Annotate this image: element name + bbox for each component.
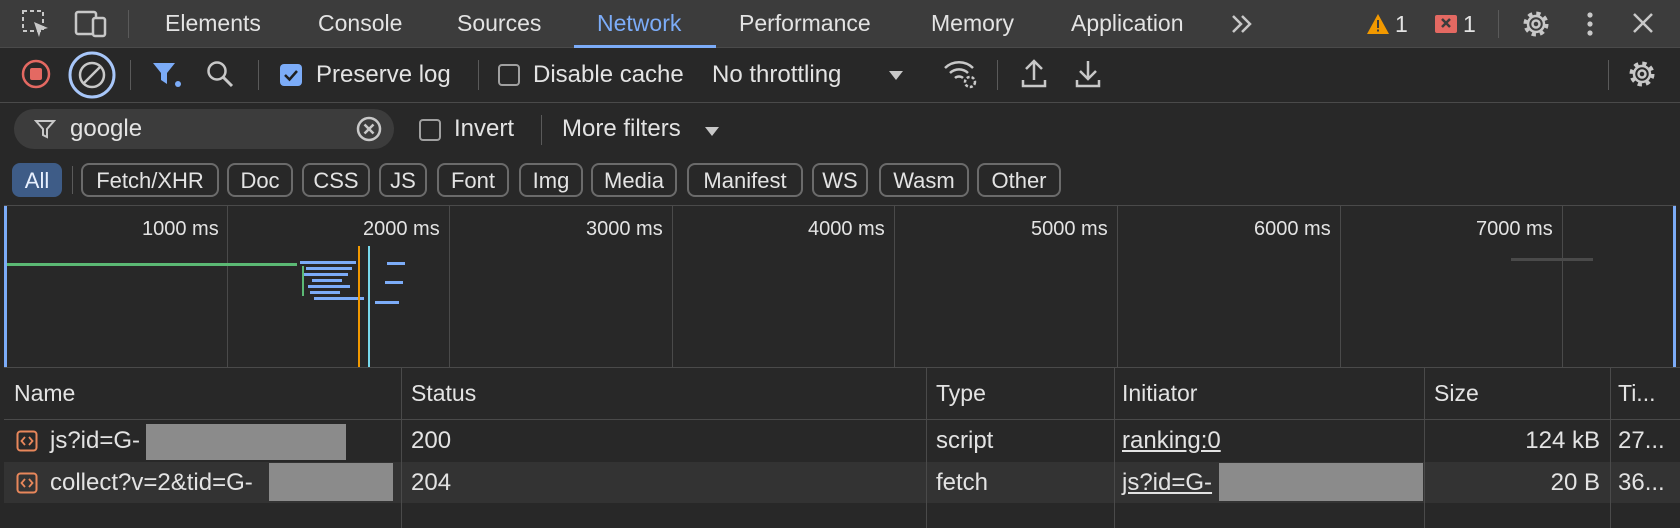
chevron-down-icon[interactable] bbox=[704, 124, 720, 136]
type-filter-img[interactable]: Img bbox=[519, 163, 583, 197]
clear-filter-icon[interactable] bbox=[356, 116, 382, 142]
filter-input-value[interactable]: google bbox=[70, 115, 142, 143]
error-icon[interactable] bbox=[1434, 13, 1458, 35]
export-har-icon[interactable] bbox=[1074, 58, 1102, 90]
redacted-block bbox=[1219, 463, 1423, 501]
invert-label[interactable]: Invert bbox=[454, 115, 514, 143]
chevron-down-icon[interactable] bbox=[888, 68, 904, 80]
search-icon[interactable] bbox=[204, 58, 236, 90]
type-filter-font[interactable]: Font bbox=[437, 163, 509, 197]
network-overview[interactable]: 1000 ms 2000 ms 3000 ms 4000 ms 5000 ms … bbox=[4, 205, 1676, 368]
errors-count[interactable]: 1 bbox=[1463, 11, 1476, 38]
devtools-tab-bar: Elements Console Sources Network Perform… bbox=[0, 0, 1680, 48]
filter-input[interactable]: google bbox=[14, 109, 394, 149]
overview-waterfall bbox=[7, 246, 1593, 368]
requests-table: Name Status Type Initiator Size Ti... js… bbox=[4, 367, 1680, 528]
funnel-icon bbox=[33, 118, 57, 140]
table-row[interactable]: collect?v=2&tid=G- 204 fetch js?id=G- 20… bbox=[4, 462, 1680, 503]
more-tabs-icon[interactable] bbox=[1228, 10, 1256, 38]
disable-cache-checkbox[interactable] bbox=[498, 64, 520, 86]
filter-icon[interactable] bbox=[150, 58, 182, 90]
tab-application[interactable]: Application bbox=[1071, 0, 1184, 48]
column-header-size[interactable]: Size bbox=[1434, 367, 1479, 420]
column-header-name[interactable]: Name bbox=[14, 367, 75, 420]
device-toolbar-icon[interactable] bbox=[74, 8, 108, 40]
script-file-icon bbox=[16, 472, 38, 494]
preserve-log-label[interactable]: Preserve log bbox=[316, 61, 451, 89]
invert-checkbox[interactable] bbox=[419, 119, 441, 141]
request-status: 204 bbox=[411, 469, 452, 496]
type-filter-js[interactable]: JS bbox=[379, 163, 427, 197]
column-header-time[interactable]: Ti... bbox=[1618, 367, 1655, 420]
tab-console[interactable]: Console bbox=[318, 0, 402, 48]
type-filter-other[interactable]: Other bbox=[977, 163, 1061, 197]
redacted-block bbox=[269, 463, 393, 501]
close-devtools-icon[interactable] bbox=[1630, 10, 1656, 36]
type-filter-doc[interactable]: Doc bbox=[227, 163, 293, 197]
stop-recording-icon[interactable] bbox=[20, 58, 52, 90]
clear-log-icon[interactable] bbox=[66, 51, 118, 99]
redacted-block bbox=[146, 424, 346, 460]
request-initiator-link[interactable]: js?id=G- bbox=[1122, 469, 1212, 497]
request-size: 20 B bbox=[1550, 469, 1600, 496]
request-time: 27... bbox=[1618, 427, 1665, 454]
script-file-icon bbox=[16, 430, 38, 452]
column-header-initiator[interactable]: Initiator bbox=[1122, 367, 1197, 420]
settings-gear-icon[interactable] bbox=[1520, 8, 1552, 40]
column-header-status[interactable]: Status bbox=[411, 367, 476, 420]
type-filter-all[interactable]: All bbox=[12, 163, 62, 197]
network-toolbar: Preserve log Disable cache No throttling bbox=[0, 48, 1680, 103]
warning-icon[interactable] bbox=[1366, 13, 1390, 35]
inspect-element-icon[interactable] bbox=[20, 8, 52, 40]
tab-sources[interactable]: Sources bbox=[457, 0, 541, 48]
type-filter-ws[interactable]: WS bbox=[812, 163, 868, 197]
tab-performance[interactable]: Performance bbox=[739, 0, 871, 48]
filter-row: google Invert More filters bbox=[0, 103, 1680, 159]
request-time: 36... bbox=[1618, 469, 1665, 496]
disable-cache-label[interactable]: Disable cache bbox=[533, 61, 684, 89]
request-size: 124 kB bbox=[1525, 427, 1600, 454]
tab-elements[interactable]: Elements bbox=[165, 0, 261, 48]
network-settings-gear-icon[interactable] bbox=[1626, 58, 1658, 90]
warnings-count[interactable]: 1 bbox=[1395, 11, 1408, 38]
table-row[interactable]: js?id=G- 200 script ranking:0 124 kB 27.… bbox=[4, 420, 1680, 462]
type-filter-css[interactable]: CSS bbox=[302, 163, 370, 197]
type-filter-wasm[interactable]: Wasm bbox=[879, 163, 969, 197]
request-type: script bbox=[936, 427, 994, 454]
tab-network[interactable]: Network bbox=[597, 0, 681, 48]
type-filter-media[interactable]: Media bbox=[591, 163, 677, 197]
column-header-type[interactable]: Type bbox=[936, 367, 986, 420]
network-conditions-icon[interactable] bbox=[942, 56, 978, 90]
request-initiator-link[interactable]: ranking:0 bbox=[1122, 427, 1221, 455]
preserve-log-checkbox[interactable] bbox=[280, 64, 302, 86]
type-filter-manifest[interactable]: Manifest bbox=[687, 163, 803, 197]
type-filter-fetch-xhr[interactable]: Fetch/XHR bbox=[81, 163, 219, 197]
request-type: fetch bbox=[936, 469, 989, 496]
import-har-icon[interactable] bbox=[1020, 58, 1048, 90]
tab-memory[interactable]: Memory bbox=[931, 0, 1014, 48]
more-filters-button[interactable]: More filters bbox=[562, 115, 681, 143]
throttling-select[interactable]: No throttling bbox=[712, 61, 841, 89]
request-status: 200 bbox=[411, 427, 452, 454]
request-name[interactable]: collect?v=2&tid=G- bbox=[50, 469, 253, 497]
request-name[interactable]: js?id=G- bbox=[50, 427, 140, 455]
more-options-icon[interactable] bbox=[1582, 8, 1598, 40]
